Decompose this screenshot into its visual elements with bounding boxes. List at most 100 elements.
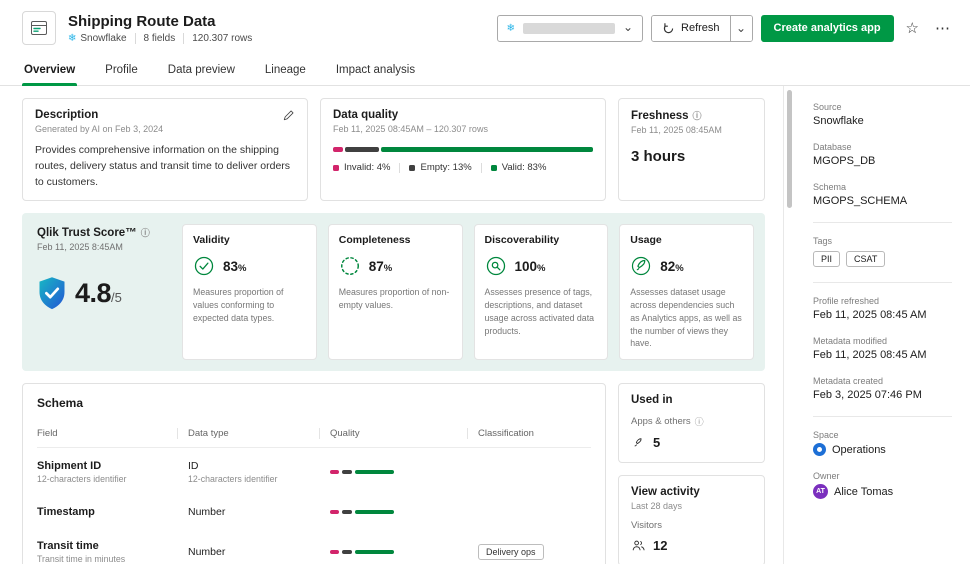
trust-shield-icon: [37, 276, 67, 311]
summary-cards-row: Description Generated by AI on Feb 3, 20…: [22, 98, 765, 201]
check-circle-icon: [193, 255, 215, 277]
owner-label: Owner: [813, 471, 952, 481]
search-circle-icon: [485, 255, 507, 277]
tags-label: Tags: [813, 236, 952, 246]
field-type: Number: [188, 506, 319, 518]
validity-value: 83: [223, 259, 238, 274]
empty-segment: [342, 470, 352, 474]
metadata-created-label: Metadata created: [813, 376, 952, 386]
usage-unit: %: [675, 263, 683, 274]
discoverability-value: 100: [515, 259, 538, 274]
discoverability-metric-card: Discoverability 100% Assesses presence o…: [474, 224, 609, 360]
view-activity-subtitle: Last 28 days: [631, 501, 752, 511]
metadata-created-group: Metadata created Feb 3, 2025 07:46 PM: [813, 376, 952, 401]
refresh-button[interactable]: Refresh: [652, 16, 730, 41]
tab-overview[interactable]: Overview: [22, 64, 77, 85]
tab-data-preview[interactable]: Data preview: [166, 64, 237, 85]
apps-count: 5: [653, 435, 660, 450]
snowflake-icon: ❄: [68, 33, 76, 44]
column-header-field: Field: [37, 428, 177, 439]
source-name: Snowflake: [80, 33, 126, 44]
database-label: Database: [813, 142, 952, 152]
space-value[interactable]: Operations: [832, 444, 886, 456]
data-quality-card: Data quality Feb 11, 2025 08:45AM – 120.…: [320, 98, 606, 201]
tab-bar: Overview Profile Data preview Lineage Im…: [0, 54, 970, 86]
field-name: Timestamp: [37, 506, 177, 518]
metadata-created-value: Feb 3, 2025 07:46 PM: [813, 389, 952, 401]
favorite-star-button[interactable]: ☆: [902, 19, 923, 38]
owner-value: Alice Tomas: [834, 486, 893, 498]
create-analytics-app-button[interactable]: Create analytics app: [761, 15, 894, 42]
schema-title: Schema: [37, 396, 591, 410]
rocket-circle-icon: [630, 255, 652, 277]
trust-score-max: /5: [111, 290, 122, 305]
field-subtitle: 12-characters identifier: [37, 474, 177, 484]
description-title: Description: [35, 109, 163, 121]
empty-segment: [342, 550, 352, 554]
connection-select[interactable]: ❄ ⌄: [497, 15, 643, 42]
tag-chip[interactable]: CSAT: [846, 251, 885, 267]
edit-description-button[interactable]: [282, 109, 295, 125]
row-quality-bar: [330, 510, 394, 514]
database-group: Database MGOPS_DB: [813, 142, 952, 167]
more-options-button[interactable]: ⋯: [931, 19, 954, 38]
valid-segment: [355, 470, 394, 474]
table-row[interactable]: Shipment ID 12-characters identifier ID …: [37, 448, 591, 494]
info-icon[interactable]: ⓘ: [695, 415, 704, 428]
connection-name-redacted: [523, 23, 615, 34]
completeness-unit: %: [384, 263, 392, 274]
description-subtitle: Generated by AI on Feb 3, 2024: [35, 124, 163, 134]
database-value: MGOPS_DB: [813, 155, 952, 167]
trust-score-date: Feb 11, 2025 8:45AM: [37, 242, 171, 252]
info-icon[interactable]: ⓘ: [693, 109, 702, 122]
rows-count: 120.307 rows: [183, 33, 260, 44]
schema-section-row: Schema Field Data type Quality Classific…: [22, 383, 765, 564]
refresh-icon: [662, 22, 675, 35]
field-name: Shipment ID: [37, 460, 177, 472]
legend-invalid-label: Invalid: 4%: [344, 163, 390, 173]
used-in-title: Used in: [631, 394, 752, 406]
source-label: Source: [813, 102, 952, 112]
validity-metric-card: Validity 83% Measures proportion of valu…: [182, 224, 317, 360]
invalid-segment: [330, 470, 339, 474]
side-cards-column: Used in Apps & others ⓘ 5 View acti: [618, 383, 765, 564]
field-type-subtitle: 12-characters identifier: [188, 474, 319, 484]
row-quality-bar: [330, 470, 394, 474]
validity-description: Measures proportion of values conforming…: [193, 286, 306, 324]
apps-others-label: Apps & others: [631, 416, 691, 427]
trust-score-title: Qlik Trust Score™: [37, 227, 137, 239]
details-panel: Source Snowflake Database MGOPS_DB Schem…: [795, 86, 970, 564]
refresh-options-button[interactable]: ⌄: [730, 16, 752, 41]
profile-refreshed-value: Feb 11, 2025 08:45 AM: [813, 309, 952, 321]
metadata-modified-label: Metadata modified: [813, 336, 952, 346]
tab-lineage[interactable]: Lineage: [263, 64, 308, 85]
legend-valid: Valid: 83%: [481, 163, 556, 173]
legend-invalid: Invalid: 4%: [333, 163, 399, 173]
valid-segment: [355, 510, 394, 514]
main-panel: Description Generated by AI on Feb 3, 20…: [0, 86, 783, 564]
table-row[interactable]: Timestamp Number: [37, 494, 591, 528]
tab-profile[interactable]: Profile: [103, 64, 140, 85]
completeness-title: Completeness: [339, 234, 452, 246]
valid-segment: [355, 550, 394, 554]
validity-unit: %: [238, 263, 246, 274]
completeness-metric-card: Completeness 87% Measures proportion of …: [328, 224, 463, 360]
discoverability-unit: %: [537, 263, 545, 274]
header-controls: ❄ ⌄ Refresh ⌄ Create analytics app ☆ ⋯: [497, 15, 954, 42]
vertical-scrollbar[interactable]: [783, 86, 795, 564]
classification-chip[interactable]: Delivery ops: [478, 544, 544, 560]
metadata-modified-group: Metadata modified Feb 11, 2025 08:45 AM: [813, 336, 952, 361]
usage-description: Assesses dataset usage across dependenci…: [630, 286, 743, 350]
tab-impact-analysis[interactable]: Impact analysis: [334, 64, 417, 85]
tags-group: Tags PII CSAT: [813, 222, 952, 267]
tag-chip[interactable]: PII: [813, 251, 840, 267]
scrollbar-thumb[interactable]: [787, 90, 792, 208]
table-row[interactable]: Transit time Transit time in minutes Num…: [37, 528, 591, 564]
data-quality-title: Data quality: [333, 109, 593, 121]
chevron-down-icon: ⌄: [736, 21, 746, 35]
invalid-segment: [330, 510, 339, 514]
refresh-label: Refresh: [681, 22, 720, 34]
description-card: Description Generated by AI on Feb 3, 20…: [22, 98, 308, 201]
metadata-modified-value: Feb 11, 2025 08:45 AM: [813, 349, 952, 361]
info-icon[interactable]: ⓘ: [141, 226, 150, 239]
